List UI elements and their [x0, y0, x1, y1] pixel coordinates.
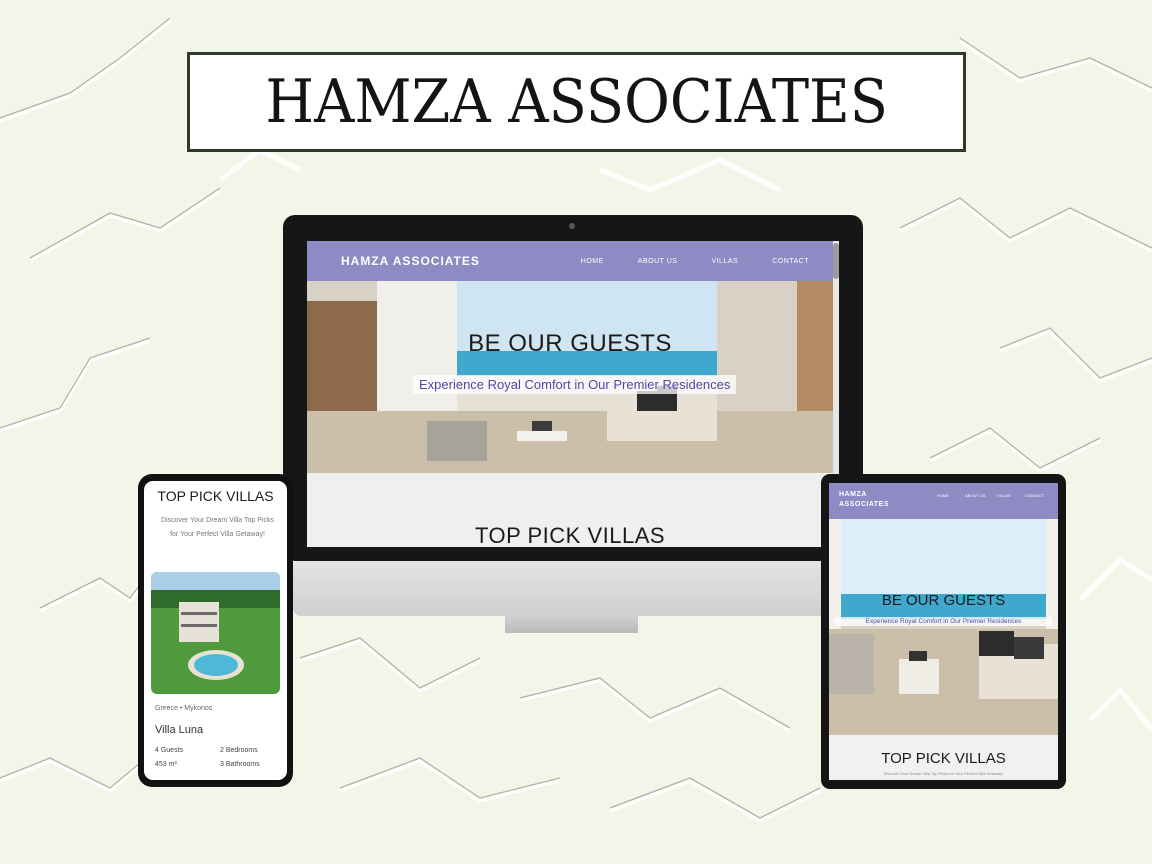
- tablet-nav-contact[interactable]: CONTACT: [1025, 493, 1044, 498]
- desktop-monitor: HAMZA ASSOCIATES HOME ABOUT US VILLAS CO…: [283, 215, 863, 561]
- tablet-hero-subtitle: Experience Royal Comfort in Our Premier …: [835, 617, 1052, 626]
- nav-links: HOME ABOUT US VILLAS CONTACT: [581, 258, 809, 265]
- villa-image: [151, 572, 280, 694]
- nav-link-about[interactable]: ABOUT US: [638, 258, 678, 265]
- tablet-device: HAMZA ASSOCIATES HOME ABOUT US VILLAS CO…: [821, 474, 1066, 789]
- villa-area: 453 m²: [155, 761, 177, 768]
- phone-screen: TOP PICK VILLAS Discover Your Dream Vill…: [144, 481, 287, 780]
- desktop-screen: HAMZA ASSOCIATES HOME ABOUT US VILLAS CO…: [307, 241, 839, 547]
- tablet-hero-title: BE OUR GUESTS: [881, 592, 1006, 609]
- section-title: TOP PICK VILLAS: [474, 523, 666, 547]
- phone-device: TOP PICK VILLAS Discover Your Dream Vill…: [138, 474, 293, 787]
- monitor-stand: [505, 616, 638, 633]
- banner-title: HAMZA ASSOCIATES: [265, 67, 888, 137]
- tablet-section-title: TOP PICK VILLAS: [881, 750, 1006, 767]
- villa-guests: 4 Guests: [155, 747, 184, 754]
- tablet-villas-section: TOP PICK VILLAS Discover Your Dream Vill…: [829, 735, 1058, 780]
- tablet-navbar: HAMZA ASSOCIATES HOME ABOUT US VILLAS CO…: [829, 483, 1058, 519]
- villas-section: TOP PICK VILLAS: [307, 473, 833, 547]
- site-logo[interactable]: HAMZA ASSOCIATES: [341, 254, 480, 268]
- monitor-chin: [293, 561, 862, 616]
- tablet-logo-line2: ASSOCIATES: [839, 501, 889, 508]
- site-navbar: HAMZA ASSOCIATES HOME ABOUT US VILLAS CO…: [307, 241, 839, 281]
- hero-section: BE OUR GUESTS Experience Royal Comfort i…: [307, 281, 833, 473]
- title-banner: HAMZA ASSOCIATES: [187, 52, 966, 152]
- villa-bathrooms: 3 Bathrooms: [220, 761, 260, 768]
- nav-link-contact[interactable]: CONTACT: [772, 258, 809, 265]
- tablet-nav-about[interactable]: ABOUT US: [965, 493, 985, 498]
- tablet-hero-image: [829, 519, 1058, 735]
- phone-section-title: TOP PICK VILLAS: [157, 488, 274, 504]
- tablet-screen: HAMZA ASSOCIATES HOME ABOUT US VILLAS CO…: [829, 483, 1058, 780]
- tablet-nav-home[interactable]: HOME: [937, 493, 949, 498]
- hero-title: BE OUR GUESTS: [468, 330, 672, 357]
- villa-bedrooms: 2 Bedrooms: [220, 747, 258, 754]
- villa-photo[interactable]: [151, 572, 280, 694]
- villa-name[interactable]: Villa Luna: [155, 724, 203, 736]
- hero-subtitle: Experience Royal Comfort in Our Premier …: [413, 375, 737, 394]
- tablet-logo[interactable]: HAMZA ASSOCIATES: [839, 490, 889, 510]
- tablet-logo-line1: HAMZA: [839, 491, 867, 498]
- tablet-section-description: Discover Your Dream Villa Top Picks for …: [883, 771, 1004, 776]
- nav-link-villas[interactable]: VILLAS: [711, 258, 738, 265]
- phone-section-description: Discover Your Dream Villa Top Picks for …: [161, 517, 274, 538]
- scrollbar-thumb[interactable]: [833, 243, 839, 279]
- villa-location: Greece • Mykonos: [155, 705, 213, 712]
- tablet-hero: BE OUR GUESTS Experience Royal Comfort i…: [829, 519, 1058, 735]
- nav-link-home[interactable]: HOME: [581, 258, 604, 265]
- tablet-nav-villas[interactable]: VILLAS: [997, 493, 1011, 498]
- webcam-dot: [569, 223, 575, 229]
